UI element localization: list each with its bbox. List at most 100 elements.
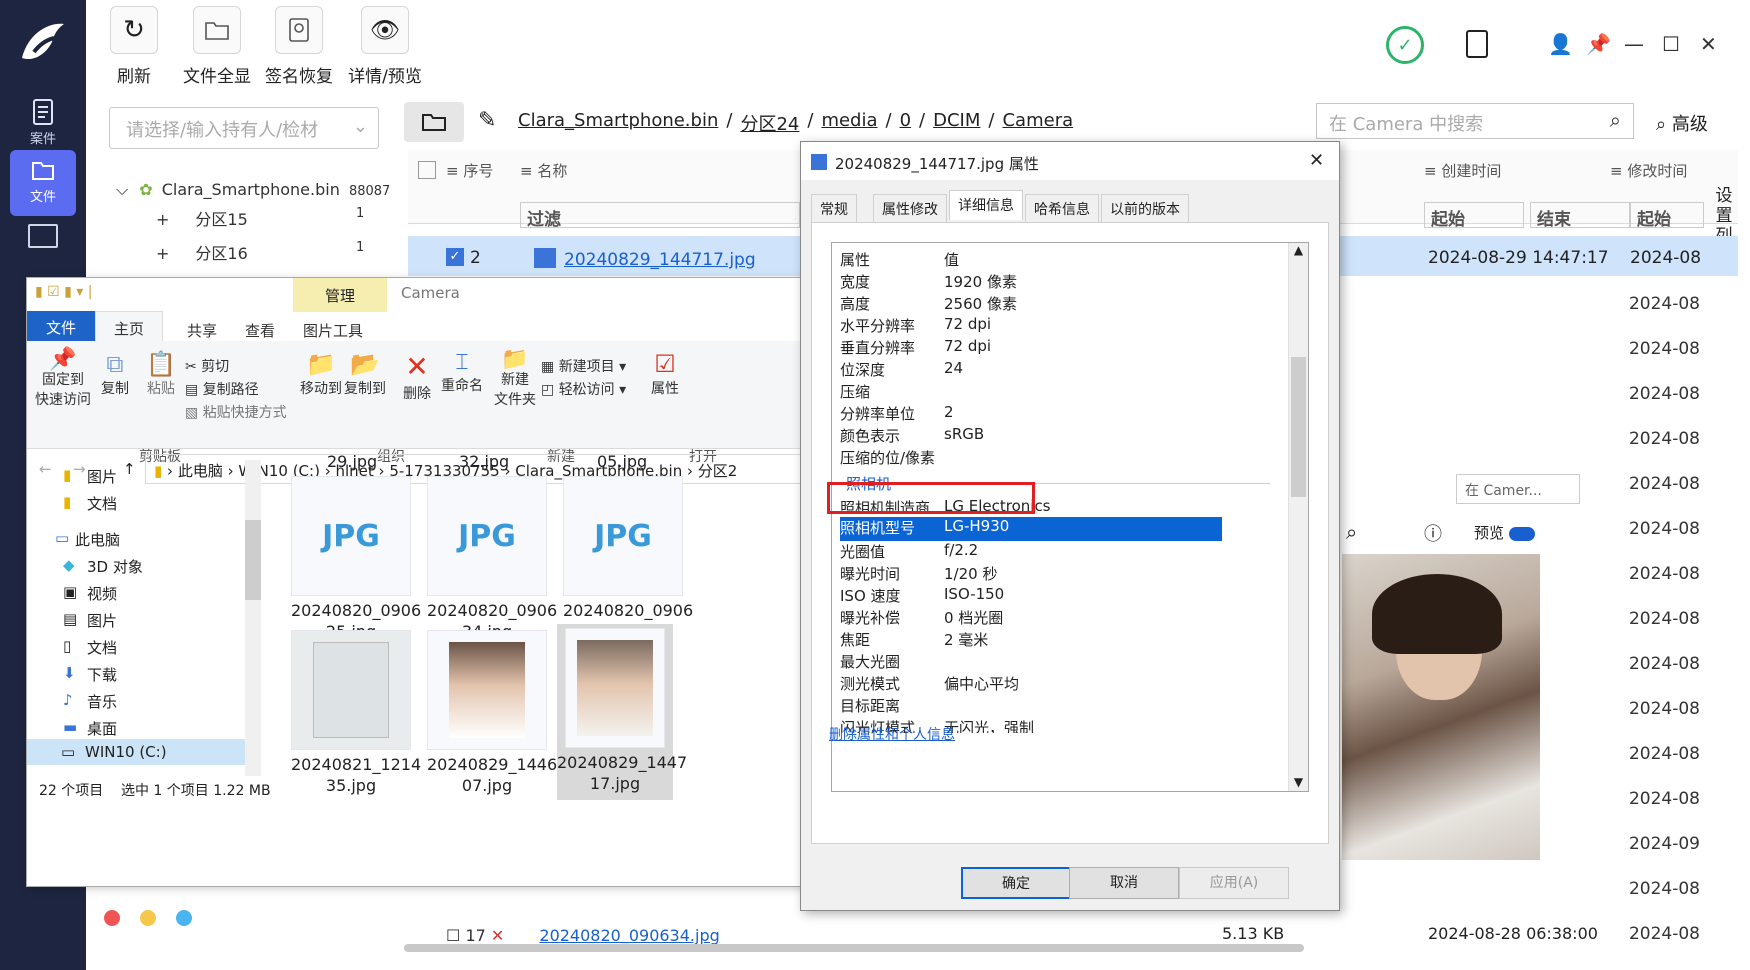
prop-row[interactable]: 压缩的位/像素 bbox=[840, 447, 1270, 471]
owner-select[interactable]: 请选择/输入持有人/检材 ⌄ bbox=[109, 107, 379, 149]
prop-row[interactable]: 目标距离 bbox=[840, 695, 1270, 719]
prop-row[interactable]: ISO 速度 ISO-150 bbox=[840, 585, 1270, 609]
properties-list[interactable]: 属性 值 宽度 1920 像素 高度 2560 像素 水平分辨率 72 dpi 垂直分辨… bbox=[831, 242, 1309, 792]
folder-button[interactable] bbox=[404, 102, 464, 142]
close-icon[interactable]: ✕ bbox=[1700, 32, 1717, 56]
prop-row[interactable]: 光圈值 f/2.2 bbox=[840, 541, 1270, 565]
nav-pictures-2[interactable]: ▤ 图片 bbox=[63, 610, 117, 631]
prop-row[interactable]: 位深度 24 bbox=[840, 359, 1270, 383]
apply-button[interactable]: 应用(A) bbox=[1179, 867, 1289, 899]
nav-back-icon[interactable]: ← bbox=[39, 460, 52, 478]
col-modified[interactable]: ≡ 修改时间 bbox=[1610, 160, 1687, 181]
nav-documents[interactable]: ▮ 文档 bbox=[63, 493, 117, 514]
remove-properties-link[interactable]: 删除属性和个人信息 bbox=[829, 724, 955, 744]
horizontal-scrollbar[interactable] bbox=[404, 944, 1304, 952]
export-icon[interactable] bbox=[1466, 30, 1488, 58]
prop-row[interactable]: 颜色表示 sRGB bbox=[840, 425, 1270, 449]
address-segment[interactable]: 分区2 bbox=[698, 462, 738, 480]
preview-search-input[interactable]: 在 Camer... bbox=[1456, 474, 1580, 504]
table-row[interactable]: ☐ 17 ✕ 20240820_090634.jpg bbox=[446, 926, 720, 945]
prop-row[interactable]: 测光模式 偏中心平均 bbox=[840, 673, 1270, 697]
properties-button[interactable]: ☑ 属性 bbox=[643, 350, 687, 398]
preview-toggle[interactable]: 预览 bbox=[1474, 522, 1535, 543]
prop-row[interactable]: 宽度 1920 像素 bbox=[840, 271, 1270, 295]
created-end-input[interactable]: 结束 bbox=[1530, 202, 1630, 230]
all-files-button[interactable]: 文件全显 bbox=[176, 6, 258, 87]
nav-music[interactable]: ♪ 音乐 bbox=[63, 691, 117, 712]
rail-item-cases[interactable]: 案件 bbox=[0, 92, 86, 158]
tree-root[interactable]: ⌵ ✿ Clara_Smartphone.bin 88087 bbox=[116, 180, 390, 200]
tab-picture-tools[interactable]: 图片工具 bbox=[293, 317, 373, 344]
paste-button[interactable]: 📋 粘贴 bbox=[139, 350, 183, 398]
details-preview-button[interactable]: 👁 详情/预览 bbox=[340, 6, 430, 87]
maximize-icon[interactable]: ☐ bbox=[1662, 32, 1680, 56]
prop-row[interactable]: 最大光圈 bbox=[840, 651, 1270, 675]
nav-desktop[interactable]: ▬ 桌面 bbox=[63, 718, 117, 739]
shield-check-icon[interactable]: ✓ bbox=[1386, 26, 1424, 64]
prop-row[interactable]: 曝光时间 1/20 秒 bbox=[840, 563, 1270, 587]
created-start-input[interactable]: 起始 bbox=[1424, 202, 1524, 230]
refresh-button[interactable]: ↻ 刷新 bbox=[96, 6, 172, 87]
zoom-icon[interactable]: ⌕ bbox=[1346, 520, 1357, 544]
new-item-button[interactable]: ▦ 新建项目 ▾ bbox=[541, 356, 626, 376]
paste-shortcut-button[interactable]: ▧ 粘贴快捷方式 bbox=[185, 402, 287, 422]
nav-pictures[interactable]: ▮ 图片 bbox=[63, 466, 117, 487]
file-thumb[interactable]: 20240821_1214 35.jpg bbox=[291, 630, 421, 796]
rename-button[interactable]: ⌶ 重命名 bbox=[439, 350, 485, 395]
scroll-thumb[interactable] bbox=[1291, 357, 1306, 497]
nav-3d-objects[interactable]: ◆ 3D 对象 bbox=[63, 556, 143, 577]
tab-file[interactable]: 文件 bbox=[27, 311, 95, 341]
tab-view[interactable]: 查看 bbox=[235, 317, 285, 344]
tab-details[interactable]: 详细信息 bbox=[949, 190, 1023, 220]
select-all-checkbox[interactable] bbox=[418, 160, 436, 179]
prop-row[interactable]: 高度 2560 像素 bbox=[840, 293, 1270, 317]
rail-item-files[interactable]: 文件 bbox=[10, 150, 76, 216]
edit-path-icon[interactable]: ✎ bbox=[478, 108, 496, 133]
tree-item[interactable]: + 分区15 1 bbox=[156, 206, 364, 230]
row-checkbox[interactable]: ✓ bbox=[446, 248, 464, 266]
nav-drive-c[interactable]: ▭ WIN10 (C:) bbox=[27, 739, 245, 765]
file-thumb[interactable]: JPG20240820_0906 25.jpg bbox=[291, 476, 421, 642]
copy-button[interactable]: ⧉ 复制 bbox=[93, 350, 137, 398]
prop-row[interactable]: 压缩 bbox=[840, 381, 1270, 405]
prop-row[interactable]: 曝光补偿 0 档光圈 bbox=[840, 607, 1270, 631]
file-thumb[interactable]: JPG20240820_0906 37.jpg bbox=[563, 476, 693, 642]
monitor-icon[interactable] bbox=[28, 224, 58, 248]
col-created[interactable]: ≡ 创建时间 bbox=[1424, 160, 1501, 181]
prop-row[interactable]: 垂直分辨率 72 dpi bbox=[840, 337, 1270, 361]
easy-access-button[interactable]: ◰ 轻松访问 ▾ bbox=[541, 379, 626, 399]
row-name-link[interactable]: 20240820_090634.jpg bbox=[539, 926, 719, 945]
nav-this-pc[interactable]: ▭ 此电脑 bbox=[55, 529, 120, 550]
col-name[interactable]: ≡ 名称 bbox=[520, 160, 567, 181]
copy-to-button[interactable]: 📂 复制到 bbox=[343, 350, 387, 398]
file-thumb-selected[interactable]: 20240829_1447 17.jpg bbox=[557, 624, 687, 800]
props-scrollbar[interactable]: ▲ ▼ bbox=[1288, 243, 1308, 791]
nav-forward-icon[interactable]: → bbox=[73, 460, 86, 478]
help-icon[interactable]: ⓘ bbox=[1424, 520, 1442, 546]
user-icon[interactable]: 👤 bbox=[1548, 32, 1573, 56]
breadcrumb-item[interactable]: 分区24 bbox=[740, 110, 799, 150]
pin-button[interactable]: 📌 固定到 快速访问 bbox=[33, 349, 93, 410]
prop-row[interactable]: 分辨率单位 2 bbox=[840, 403, 1270, 427]
new-folder-button[interactable]: 📁 新建 文件夹 bbox=[493, 349, 537, 410]
tab-general[interactable]: 常规 bbox=[811, 194, 857, 223]
tab-hash[interactable]: 哈希信息 bbox=[1025, 194, 1099, 223]
close-icon[interactable]: ✕ bbox=[1309, 150, 1324, 171]
nav-documents-2[interactable]: ▯ 文档 bbox=[63, 637, 117, 658]
breadcrumb-item[interactable]: Clara_Smartphone.bin bbox=[518, 110, 718, 150]
cancel-button[interactable]: 取消 bbox=[1069, 867, 1179, 899]
name-filter-input[interactable]: 过滤 bbox=[520, 202, 800, 230]
tab-home[interactable]: 主页 bbox=[95, 311, 163, 341]
col-index[interactable]: ≡ 序号 bbox=[446, 160, 493, 181]
nav-up-icon[interactable]: ↑ bbox=[123, 460, 136, 478]
delete-button[interactable]: ✕ 删除 bbox=[395, 350, 439, 403]
file-thumb[interactable]: 20240829_1446 07.jpg bbox=[427, 630, 557, 796]
address-segment[interactable]: 此电脑 bbox=[178, 462, 223, 480]
prop-row[interactable]: 焦距 2 毫米 bbox=[840, 629, 1270, 653]
signature-recovery-button[interactable]: 签名恢复 bbox=[258, 6, 340, 87]
tab-share[interactable]: 共享 bbox=[177, 317, 227, 344]
ok-button[interactable]: 确定 bbox=[961, 867, 1071, 899]
search-input[interactable]: 在 Camera 中搜索 ⌕ bbox=[1316, 103, 1634, 139]
pin-icon[interactable]: 📌 bbox=[1586, 32, 1611, 56]
minimize-icon[interactable]: — bbox=[1624, 32, 1644, 56]
